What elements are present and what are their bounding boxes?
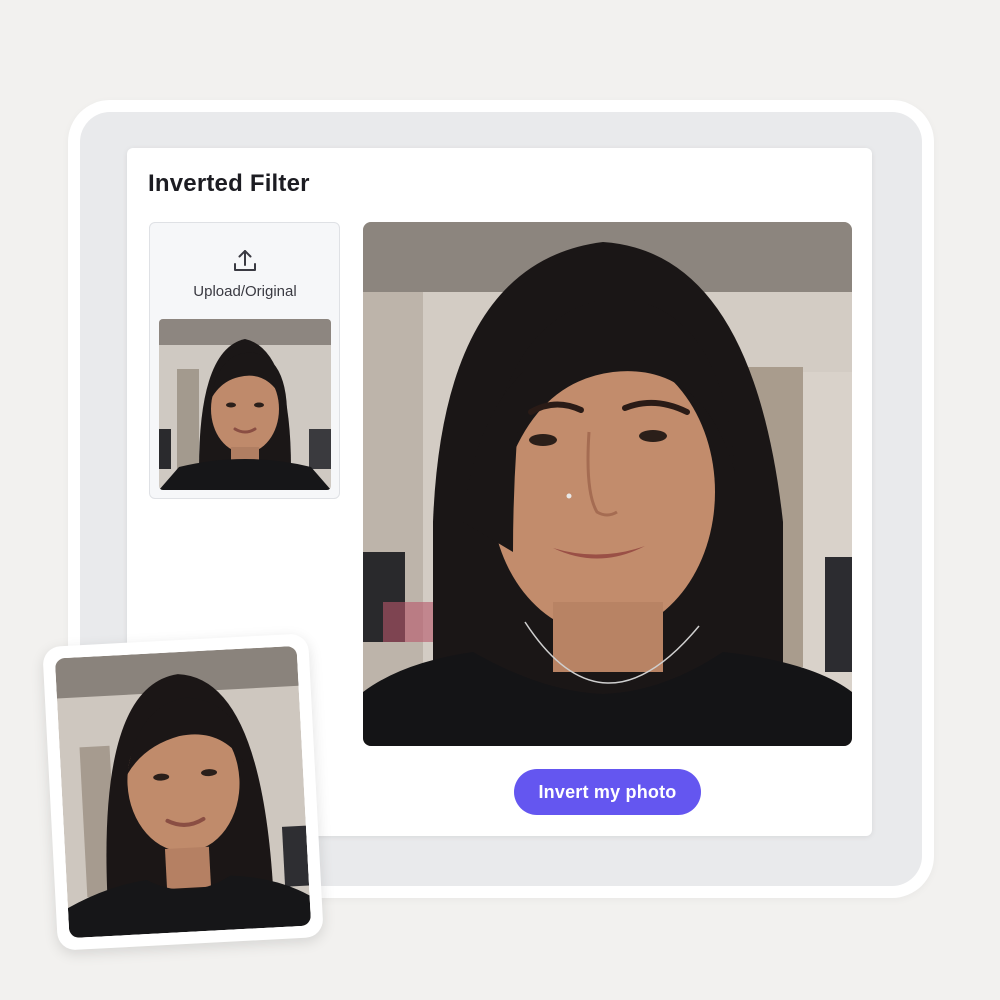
page-title: Inverted Filter [148, 170, 310, 197]
polaroid-photo [54, 645, 312, 939]
polaroid-card [42, 633, 324, 951]
original-thumbnail[interactable] [159, 319, 331, 490]
upload-icon[interactable] [232, 248, 258, 274]
main-photo-preview [363, 222, 852, 746]
upload-label[interactable]: Upload/Original [150, 283, 340, 300]
invert-photo-button[interactable]: Invert my photo [514, 769, 701, 815]
